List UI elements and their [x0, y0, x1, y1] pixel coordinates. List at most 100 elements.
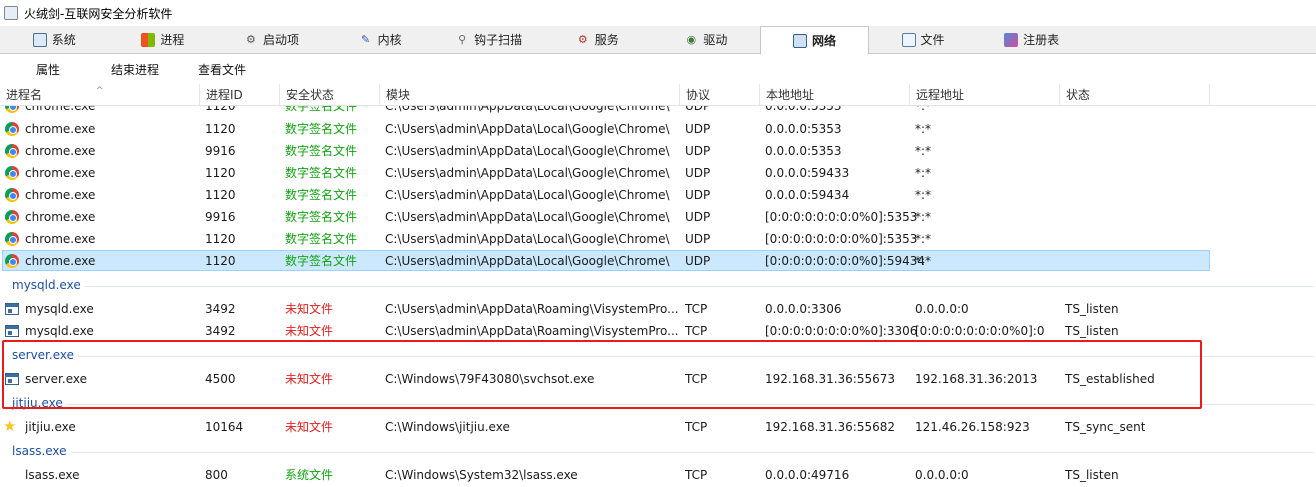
cell-remote: *:* — [915, 188, 932, 202]
cell-security: 未知文件 — [285, 302, 334, 316]
tab-network[interactable]: 网络 — [760, 26, 869, 55]
cell-remote: *:* — [915, 106, 932, 113]
main-tab-bar: 系统 进程 ⚙ 启动项 ✎ 内核 ⚲ 钩子扫描 ⚙ 服务 ◉ 驱动 网络 文件 注册表 — [0, 26, 1316, 55]
table-row[interactable]: chrome.exe 9916 数字签名文件 C:\Users\admin\Ap… — [0, 206, 1316, 228]
cell-security: 数字签名文件 — [285, 106, 358, 113]
service-gear-icon: ⚙ — [577, 32, 588, 46]
chrome-icon — [5, 210, 19, 224]
end-process-button[interactable]: 结束进程 — [111, 61, 159, 78]
col-remote-address[interactable]: 远程地址 — [910, 84, 1060, 106]
window-app-icon — [5, 373, 19, 385]
group-header-mysqld[interactable]: mysqld.exe — [0, 275, 1316, 297]
tab-kernel[interactable]: ✎ 内核 — [326, 26, 435, 53]
cell-process: chrome.exe — [25, 254, 96, 268]
cell-local: [0:0:0:0:0:0:0:0%0]:5353 — [765, 210, 918, 224]
star-icon: ★ — [3, 417, 17, 435]
col-pid[interactable]: 进程ID — [200, 84, 280, 106]
cell-protocol: UDP — [685, 166, 711, 180]
network-icon — [792, 33, 807, 48]
table-row[interactable]: chrome.exe 1120 数字签名文件 C:\Users\admin\Ap… — [0, 118, 1316, 140]
cell-local: 0.0.0.0:5353 — [765, 122, 842, 136]
table-row-selected[interactable]: chrome.exe 1120 数字签名文件 C:\Users\admin\Ap… — [0, 250, 1316, 272]
startup-gear-icon: ⚙ — [246, 32, 256, 46]
tab-hook-scan[interactable]: ⚲ 钩子扫描 — [434, 26, 543, 53]
table-row[interactable]: chrome.exe 1120 数字签名文件 C:\Users\admin\Ap… — [0, 228, 1316, 250]
table-row[interactable]: mysqld.exe 3492 未知文件 C:\Users\admin\AppD… — [0, 298, 1316, 320]
cell-pid: 3492 — [205, 324, 236, 338]
tab-system[interactable]: 系统 — [0, 26, 109, 53]
cell-protocol: UDP — [685, 254, 711, 268]
cell-module: C:\Windows\System32\lsass.exe — [385, 468, 578, 482]
table-row[interactable]: mysqld.exe 3492 未知文件 C:\Users\admin\AppD… — [0, 320, 1316, 342]
toolbar: 属性 结束进程 查看文件 — [0, 55, 1316, 83]
cell-pid: 9916 — [205, 210, 236, 224]
tab-files[interactable]: 文件 — [869, 26, 978, 53]
cell-protocol: TCP — [685, 302, 708, 316]
cell-module: C:\Users\admin\AppData\Local\Google\Chro… — [385, 188, 670, 202]
cell-security: 未知文件 — [285, 420, 334, 434]
group-label: mysqld.exe — [12, 278, 85, 292]
cell-module: C:\Users\admin\AppData\Local\Google\Chro… — [385, 122, 670, 136]
tab-process[interactable]: 进程 — [109, 26, 218, 53]
cell-module: C:\Users\admin\AppData\Local\Google\Chro… — [385, 166, 670, 180]
group-divider — [12, 404, 1314, 405]
chrome-icon — [5, 106, 19, 113]
table-row[interactable]: chrome.exe 1120 数字签名文件 C:\Users\admin\Ap… — [0, 162, 1316, 184]
cell-local: 0.0.0.0:49716 — [765, 468, 850, 482]
tab-services[interactable]: ⚙ 服务 — [543, 26, 652, 53]
cell-module: C:\Users\admin\AppData\Local\Google\Chro… — [385, 144, 670, 158]
cell-security: 数字签名文件 — [285, 232, 358, 246]
window-app-icon — [5, 303, 19, 315]
cell-security: 系统文件 — [285, 468, 334, 482]
chrome-icon — [5, 254, 19, 268]
cell-process: chrome.exe — [25, 232, 96, 246]
app-icon — [4, 6, 18, 20]
table-row[interactable]: chrome.exe 1120 数字签名文件 C:\Users\admin\Ap… — [0, 106, 1316, 117]
view-file-button[interactable]: 查看文件 — [198, 61, 246, 78]
cell-process: chrome.exe — [25, 144, 96, 158]
table-row[interactable]: chrome.exe 1120 数字签名文件 C:\Users\admin\Ap… — [0, 184, 1316, 206]
cell-state: TS_sync_sent — [1065, 420, 1146, 434]
cell-protocol: UDP — [685, 210, 711, 224]
table-row[interactable]: lsass.exe 800 系统文件 C:\Windows\System32\l… — [0, 464, 1316, 486]
tab-drivers[interactable]: ◉ 驱动 — [652, 26, 761, 53]
cell-state: TS_established — [1065, 372, 1155, 386]
group-header-server[interactable]: server.exe — [0, 345, 1316, 367]
group-header-lsass[interactable]: lsass.exe — [0, 441, 1316, 463]
cell-remote: *:* — [915, 254, 932, 268]
tab-startup[interactable]: ⚙ 启动项 — [217, 26, 326, 53]
cell-module: C:\Users\admin\AppData\Roaming\VisystemP… — [385, 324, 679, 338]
group-divider — [12, 356, 1314, 357]
cell-pid: 1120 — [205, 166, 236, 180]
tab-registry[interactable]: 注册表 — [977, 26, 1086, 53]
cell-pid: 800 — [205, 468, 228, 482]
driver-chip-icon: ◉ — [686, 32, 697, 46]
group-header-jitjiu[interactable]: jitjiu.exe — [0, 393, 1316, 415]
window-app-icon — [5, 325, 19, 337]
cell-local: 0.0.0.0:59433 — [765, 166, 850, 180]
col-security-status[interactable]: 安全状态 — [280, 84, 380, 106]
cell-security: 数字签名文件 — [285, 254, 358, 268]
col-state[interactable]: 状态 — [1060, 84, 1210, 106]
cell-pid: 10164 — [205, 420, 244, 434]
table-row[interactable]: ★ jitjiu.exe 10164 未知文件 C:\Windows\jitji… — [0, 416, 1316, 438]
connection-list[interactable]: chrome.exe 1120 数字签名文件 C:\Users\admin\Ap… — [0, 106, 1316, 487]
table-row[interactable]: chrome.exe 9916 数字签名文件 C:\Users\admin\Ap… — [0, 140, 1316, 162]
chrome-icon — [5, 188, 19, 202]
col-process-name[interactable]: 进程名 ^ — [0, 84, 200, 106]
table-row[interactable]: server.exe 4500 未知文件 C:\Windows\79F43080… — [0, 368, 1316, 390]
cell-process: mysqld.exe — [25, 302, 94, 316]
cell-local: [0:0:0:0:0:0:0:0%0]:3306 — [765, 324, 918, 338]
sort-ascending-icon: ^ — [96, 86, 104, 96]
cell-pid: 1120 — [205, 188, 236, 202]
cell-module: C:\Windows\79F43080\svchsot.exe — [385, 372, 595, 386]
properties-button[interactable]: 属性 — [36, 61, 60, 78]
col-module[interactable]: 模块 — [380, 84, 680, 106]
cell-remote: 0.0.0.0:0 — [915, 302, 969, 316]
cell-process: chrome.exe — [25, 106, 96, 113]
col-local-address[interactable]: 本地地址 — [760, 84, 910, 106]
title-bar: 火绒剑-互联网安全分析软件 — [0, 0, 1316, 26]
col-protocol[interactable]: 协议 — [680, 84, 760, 106]
cell-security: 数字签名文件 — [285, 188, 358, 202]
cell-remote: *:* — [915, 166, 932, 180]
